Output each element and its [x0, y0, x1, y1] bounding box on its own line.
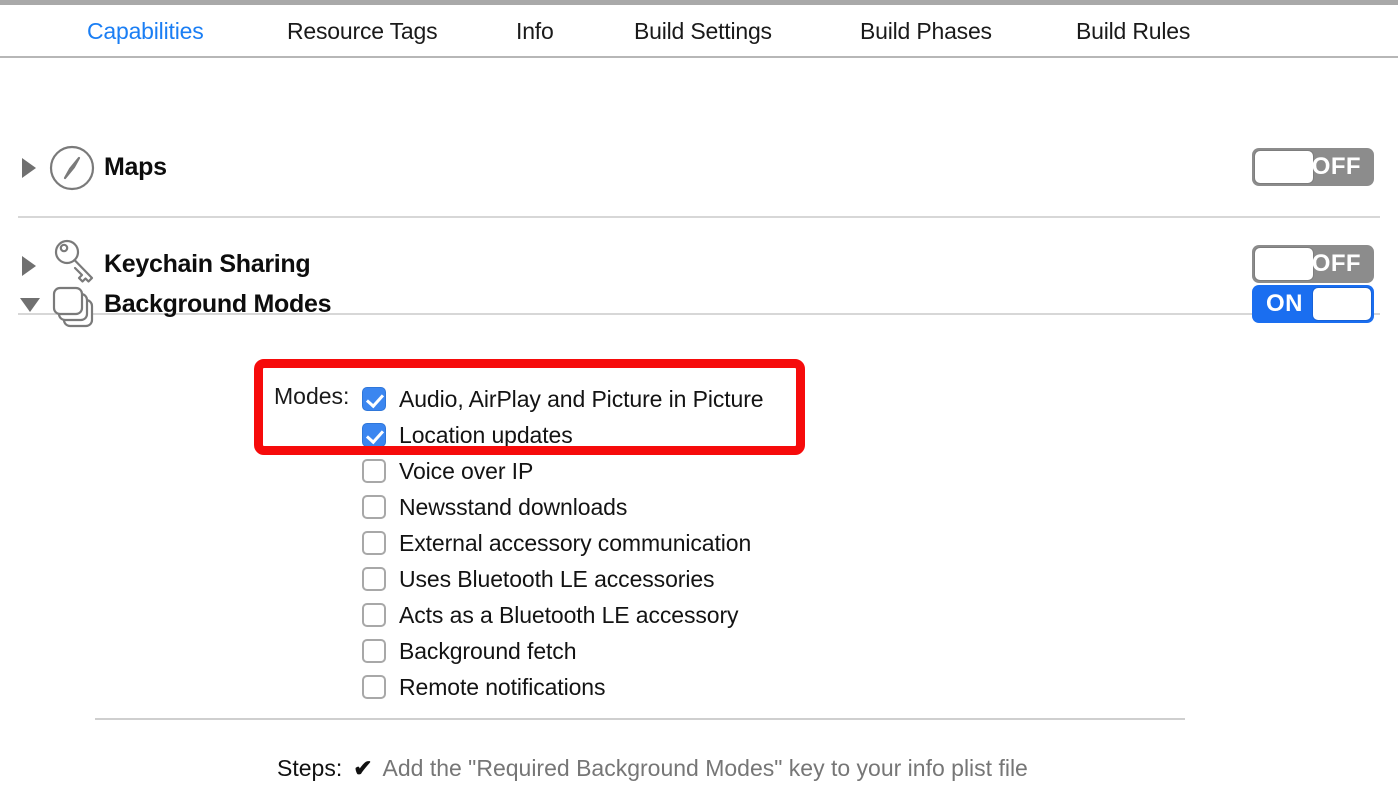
mode-item-external-accessory-communication[interactable]: External accessory communication: [362, 525, 764, 561]
capability-row-maps: Maps OFF: [0, 60, 1398, 157]
capabilities-tab-bar: l Capabilities Resource Tags Info Build …: [0, 5, 1398, 58]
mode-label: Acts as a Bluetooth LE accessory: [399, 602, 738, 629]
mode-item-remote-notifications[interactable]: Remote notifications: [362, 669, 764, 705]
capability-title-background-modes: Background Modes: [104, 290, 331, 319]
disclosure-triangle-background-modes[interactable]: [20, 298, 40, 312]
mode-label: Uses Bluetooth LE accessories: [399, 566, 714, 593]
mode-label: Newsstand downloads: [399, 494, 627, 521]
mode-label: Background fetch: [399, 638, 576, 665]
checkbox-remote-notifications[interactable]: [362, 675, 386, 699]
mode-label: Voice over IP: [399, 458, 533, 485]
checkbox-voice-over-ip[interactable]: [362, 459, 386, 483]
tab-build-rules[interactable]: Build Rules: [1076, 18, 1190, 45]
background-modes-list: Audio, AirPlay and Picture in Picture Lo…: [362, 381, 764, 705]
tab-build-phases[interactable]: Build Phases: [860, 18, 992, 45]
mode-item-voice-over-ip[interactable]: Voice over IP: [362, 453, 764, 489]
steps-row: Steps: ✔ Add the "Required Background Mo…: [277, 755, 1028, 782]
mode-label: Audio, AirPlay and Picture in Picture: [399, 386, 764, 413]
mode-label: External accessory communication: [399, 530, 751, 557]
stacked-cards-icon: [48, 278, 104, 339]
tab-resource-tags[interactable]: Resource Tags: [287, 18, 437, 45]
steps-divider: [95, 718, 1185, 720]
checkbox-background-fetch[interactable]: [362, 639, 386, 663]
steps-label: Steps:: [277, 755, 342, 782]
check-icon: ✔: [353, 755, 372, 782]
steps-description: Add the "Required Background Modes" key …: [383, 755, 1028, 782]
checkbox-external-accessory-communication[interactable]: [362, 531, 386, 555]
modes-label: Modes:: [274, 383, 349, 410]
tab-capabilities[interactable]: Capabilities: [87, 18, 204, 45]
mode-item-background-fetch[interactable]: Background fetch: [362, 633, 764, 669]
mode-item-newsstand-downloads[interactable]: Newsstand downloads: [362, 489, 764, 525]
mode-item-uses-bluetooth-le-accessories[interactable]: Uses Bluetooth LE accessories: [362, 561, 764, 597]
checkbox-uses-bluetooth-le-accessories[interactable]: [362, 567, 386, 591]
mode-label: Location updates: [399, 422, 573, 449]
mode-item-audio-airplay-picture-in-picture[interactable]: Audio, AirPlay and Picture in Picture: [362, 381, 764, 417]
checkbox-acts-as-bluetooth-le-accessory[interactable]: [362, 603, 386, 627]
mode-item-location-updates[interactable]: Location updates: [362, 417, 764, 453]
checkbox-newsstand-downloads[interactable]: [362, 495, 386, 519]
toggle-knob: [1313, 288, 1371, 320]
mode-label: Remote notifications: [399, 674, 605, 701]
tab-build-settings[interactable]: Build Settings: [634, 18, 772, 45]
capability-row-keychain-sharing: Keychain Sharing OFF: [0, 158, 1398, 255]
checkbox-audio-airplay-picture-in-picture[interactable]: [362, 387, 386, 411]
toggle-label: ON: [1266, 285, 1303, 323]
mode-item-acts-as-bluetooth-le-accessory[interactable]: Acts as a Bluetooth LE accessory: [362, 597, 764, 633]
tab-info[interactable]: Info: [516, 18, 554, 45]
tab-general-truncated[interactable]: l: [0, 18, 4, 45]
checkbox-location-updates[interactable]: [362, 423, 386, 447]
toggle-background-modes[interactable]: ON: [1252, 285, 1374, 323]
